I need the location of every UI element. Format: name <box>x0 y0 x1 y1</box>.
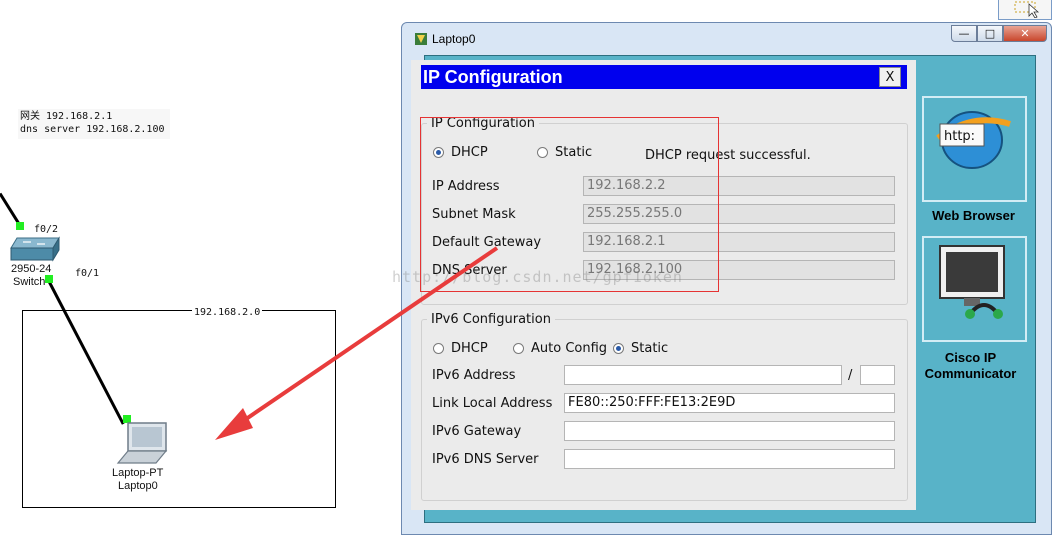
ipv6-static-label[interactable]: Static <box>631 341 668 356</box>
maximize-button[interactable]: □ <box>977 25 1003 42</box>
cisco-ip-communicator-tile[interactable] <box>922 236 1027 342</box>
web-browser-tile[interactable]: http: <box>922 96 1027 202</box>
laptop-model-label: Laptop-PT <box>112 467 164 479</box>
ipv6-prefix-field[interactable] <box>860 365 895 385</box>
dialog-close-button[interactable]: X <box>879 67 901 87</box>
dialog-title: IP Configuration <box>423 67 563 87</box>
annotation-arrow <box>215 246 499 440</box>
note-gateway: 网关 192.168.2.1 <box>20 111 113 122</box>
laptop-name-label: Laptop0 <box>118 480 158 492</box>
window-app-icon <box>415 33 427 45</box>
minimize-button[interactable]: — <box>951 25 977 42</box>
pointer-icon <box>1014 1 1040 19</box>
port-label-f01: f0/1 <box>75 268 100 279</box>
switch-icon[interactable] <box>9 236 61 266</box>
link-light-bottom <box>45 275 53 283</box>
link-light-top <box>16 222 24 230</box>
ipv6-dns-field[interactable] <box>564 449 895 469</box>
window-title: Laptop0 <box>432 32 476 46</box>
switch-model-label: 2950-24 <box>11 263 52 275</box>
ipv6-dns-label: IPv6 DNS Server <box>432 452 539 467</box>
laptop-icon[interactable] <box>116 421 172 467</box>
corner-toolbar-fragment[interactable] <box>998 0 1052 20</box>
dialog-header: IP Configuration X <box>421 65 907 89</box>
web-browser-label[interactable]: Web Browser <box>920 208 1027 224</box>
ipv6-auto-config-radio[interactable] <box>513 343 524 354</box>
switch-name-label: Switch <box>13 276 46 288</box>
ipv6-static-radio[interactable] <box>613 343 624 354</box>
window-controls: — □ ✕ <box>951 25 1047 42</box>
ip-phone-icon <box>939 245 1005 319</box>
link-local-field[interactable]: FE80::250:FFF:FE13:2E9D <box>564 393 895 413</box>
cisco-label-line1[interactable]: Cisco IP <box>917 350 1024 366</box>
annotation-note: 网关 192.168.2.1 dns server 192.168.2.100 <box>18 109 170 139</box>
port-label-f02: f0/2 <box>34 224 59 235</box>
ipv6-address-field[interactable] <box>564 365 842 385</box>
web-browser-icon: http: <box>936 111 1011 169</box>
http-text: http: <box>944 129 975 144</box>
close-button[interactable]: ✕ <box>1003 25 1047 42</box>
prefix-separator: / <box>848 368 853 383</box>
ipv6-gateway-field[interactable] <box>564 421 895 441</box>
ipv6-auto-config-label[interactable]: Auto Config <box>531 341 607 356</box>
cisco-label-line2[interactable]: Communicator <box>917 366 1024 382</box>
note-dns: dns server 192.168.2.100 <box>20 124 165 135</box>
